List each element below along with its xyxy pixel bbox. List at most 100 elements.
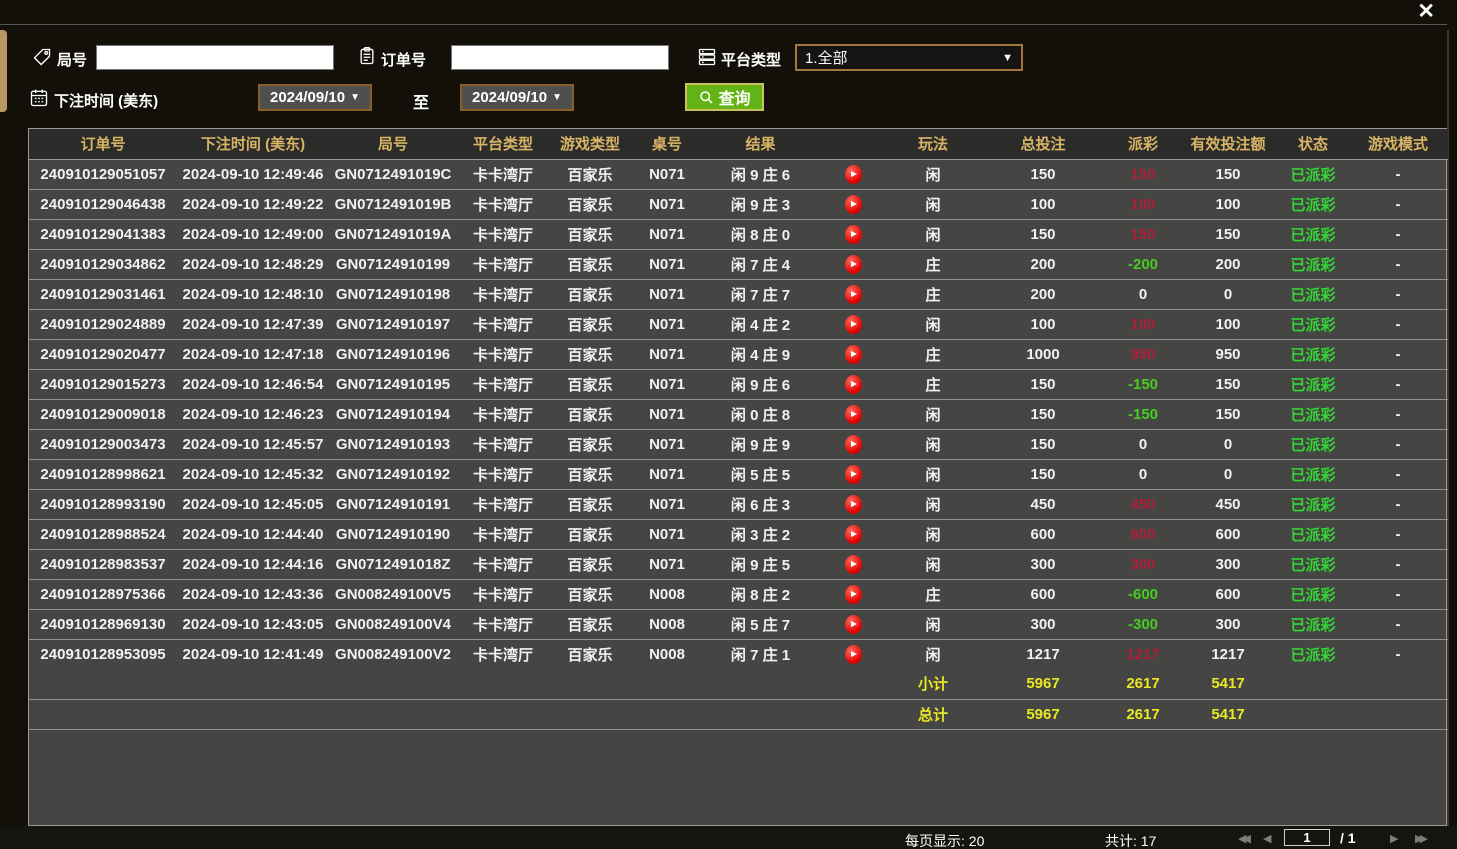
col-play: 闲 xyxy=(888,609,978,639)
subtotal-row: 小计 5967 2617 5417 xyxy=(29,669,1448,699)
page-number-input[interactable] xyxy=(1284,829,1330,846)
col-platform: 卡卡湾厅 xyxy=(457,189,549,219)
table-row: 2409101290152732024-09-10 12:46:54GN0712… xyxy=(29,369,1448,399)
chevron-down-icon: ▼ xyxy=(1002,52,1013,64)
play-video-cell xyxy=(818,249,888,279)
col-platform: 卡卡湾厅 xyxy=(457,639,549,669)
prev-page-icon[interactable]: ◀ xyxy=(1263,832,1271,845)
play-triangle xyxy=(851,531,857,537)
col-play: 闲 xyxy=(888,519,978,549)
date-to-picker[interactable]: 2024/09/10 ▼ xyxy=(460,84,574,111)
col-table: N008 xyxy=(631,609,703,639)
chevron-down-icon: ▼ xyxy=(552,92,562,103)
col-table: N071 xyxy=(631,429,703,459)
total-bet: 5967 xyxy=(978,699,1108,729)
col-table: N008 xyxy=(631,579,703,609)
col-bet: 150 xyxy=(978,459,1108,489)
play-video-icon[interactable] xyxy=(845,165,862,184)
col-mode: - xyxy=(1348,609,1448,639)
col-table: N071 xyxy=(631,399,703,429)
col-order: 240910128998621 xyxy=(29,459,177,489)
round-number-input[interactable] xyxy=(96,45,334,70)
col-game: 百家乐 xyxy=(549,459,631,489)
play-video-icon[interactable] xyxy=(845,285,862,304)
col-play: 闲 xyxy=(888,159,978,189)
col-order: 240910128993190 xyxy=(29,489,177,519)
col-payout: 450 xyxy=(1108,489,1178,519)
per-page-label: 每页显示: 20 xyxy=(905,831,984,849)
col-result: 闲 8 庄 0 xyxy=(703,219,818,249)
first-page-icon[interactable]: ◀◀ xyxy=(1238,832,1247,845)
col-platform: 卡卡湾厅 xyxy=(457,579,549,609)
col-platform: 卡卡湾厅 xyxy=(457,369,549,399)
play-video-icon[interactable] xyxy=(845,465,862,484)
order-number-input[interactable] xyxy=(451,45,669,70)
col-play: 闲 xyxy=(888,639,978,669)
play-video-icon[interactable] xyxy=(845,405,862,424)
play-video-icon[interactable] xyxy=(845,345,862,364)
col-game: 百家乐 xyxy=(549,549,631,579)
col-mode: - xyxy=(1348,159,1448,189)
play-video-icon[interactable] xyxy=(845,585,862,604)
col-status: 已派彩 xyxy=(1278,159,1348,189)
col-result: 闲 4 庄 9 xyxy=(703,339,818,369)
col-round: GN07124910190 xyxy=(329,519,457,549)
col-status: 已派彩 xyxy=(1278,309,1348,339)
date-to-separator: 至 xyxy=(413,89,429,113)
play-video-icon[interactable] xyxy=(845,315,862,334)
col-result: 闲 5 庄 7 xyxy=(703,609,818,639)
col-mode: - xyxy=(1348,249,1448,279)
background-decor-strip xyxy=(0,30,7,112)
col-valid: 300 xyxy=(1178,609,1278,639)
col-result: 闲 7 庄 7 xyxy=(703,279,818,309)
col-game: 百家乐 xyxy=(549,579,631,609)
query-button[interactable]: 查询 xyxy=(685,83,764,111)
play-video-icon[interactable] xyxy=(845,375,862,394)
play-video-icon[interactable] xyxy=(845,435,862,454)
play-video-icon[interactable] xyxy=(845,615,862,634)
col-time: 2024-09-10 12:45:05 xyxy=(177,489,329,519)
col-result: 闲 5 庄 5 xyxy=(703,459,818,489)
play-video-icon[interactable] xyxy=(845,645,862,664)
col-status: 已派彩 xyxy=(1278,189,1348,219)
play-video-cell xyxy=(818,579,888,609)
table-row: 2409101290413832024-09-10 12:49:00GN0712… xyxy=(29,219,1448,249)
date-to-value: 2024/09/10 xyxy=(472,89,547,106)
col-bet: 100 xyxy=(978,189,1108,219)
next-page-icon[interactable]: ▶ xyxy=(1390,832,1398,845)
col-game: 百家乐 xyxy=(549,279,631,309)
col-round: GN07124910192 xyxy=(329,459,457,489)
col-mode: - xyxy=(1348,519,1448,549)
play-triangle xyxy=(851,381,857,387)
col-time: 2024-09-10 12:47:18 xyxy=(177,339,329,369)
play-triangle xyxy=(851,171,857,177)
platform-type-select[interactable]: 1.全部 ▼ xyxy=(795,44,1023,71)
close-icon[interactable]: ✕ xyxy=(1417,0,1435,24)
col-time: 2024-09-10 12:45:57 xyxy=(177,429,329,459)
col-payout: 600 xyxy=(1108,519,1178,549)
col-status: 已派彩 xyxy=(1278,549,1348,579)
table-row: 2409101289753662024-09-10 12:43:36GN0082… xyxy=(29,579,1448,609)
play-video-icon[interactable] xyxy=(845,555,862,574)
play-video-icon[interactable] xyxy=(845,525,862,544)
col-game: 百家乐 xyxy=(549,489,631,519)
date-from-picker[interactable]: 2024/09/10 ▼ xyxy=(258,84,372,111)
col-valid: 450 xyxy=(1178,489,1278,519)
play-video-icon[interactable] xyxy=(845,255,862,274)
col-mode: - xyxy=(1348,579,1448,609)
col-game: 百家乐 xyxy=(549,189,631,219)
col-result: 闲 0 庄 8 xyxy=(703,399,818,429)
col-play: 庄 xyxy=(888,249,978,279)
col-bet: 1217 xyxy=(978,639,1108,669)
header-play: 玩法 xyxy=(888,129,978,159)
col-mode: - xyxy=(1348,489,1448,519)
header-table: 桌号 xyxy=(631,129,703,159)
last-page-icon[interactable]: ▶▶ xyxy=(1415,832,1424,845)
search-icon xyxy=(698,89,715,106)
play-video-icon[interactable] xyxy=(845,225,862,244)
play-video-icon[interactable] xyxy=(845,195,862,214)
col-round: GN07124910195 xyxy=(329,369,457,399)
col-order: 240910128983537 xyxy=(29,549,177,579)
col-valid: 200 xyxy=(1178,249,1278,279)
play-video-icon[interactable] xyxy=(845,495,862,514)
